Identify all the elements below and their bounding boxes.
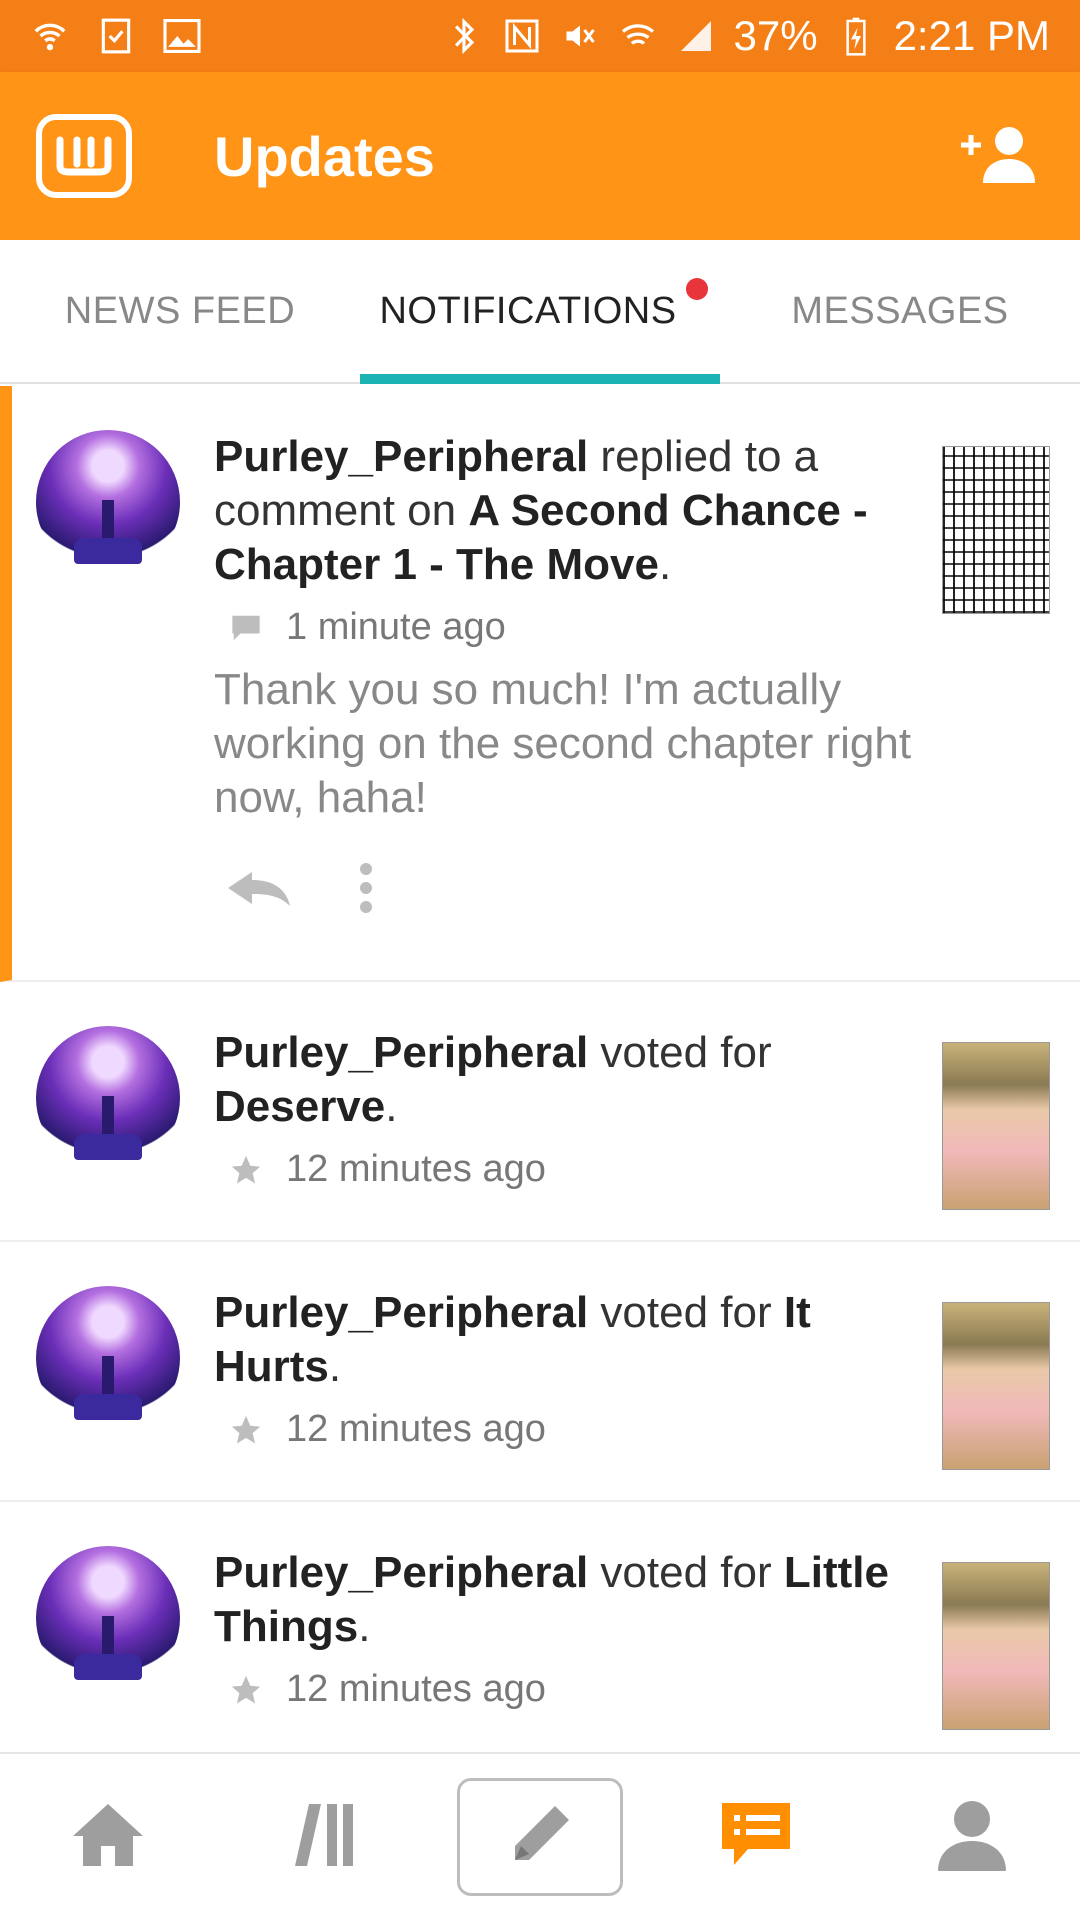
username-link[interactable]: Purley_Peripheral <box>214 1548 588 1597</box>
bluetooth-icon <box>444 16 484 56</box>
notification-item[interactable]: Purley_Peripheral voted for It Hurts. 12… <box>0 1242 1080 1502</box>
tab-messages[interactable]: MESSAGES <box>720 240 1080 382</box>
star-icon <box>228 1152 264 1188</box>
write-button[interactable] <box>457 1778 623 1896</box>
notification-actions <box>224 861 922 920</box>
timestamp: 12 minutes ago <box>286 1668 546 1710</box>
nav-library[interactable] <box>216 1754 432 1920</box>
tab-label: NOTIFICATIONS <box>379 289 677 332</box>
battery-percent: 37% <box>733 12 818 59</box>
story-cover[interactable] <box>942 446 1050 614</box>
tab-bar: NEWS FEED NOTIFICATIONS MESSAGES <box>0 240 1080 384</box>
avatar[interactable] <box>36 1026 180 1170</box>
reply-icon[interactable] <box>224 868 294 913</box>
tab-notifications[interactable]: NOTIFICATIONS <box>360 240 720 384</box>
notification-item[interactable]: Purley_Peripheral replied to a comment o… <box>0 386 1080 982</box>
battery-charging-icon <box>836 16 876 56</box>
status-bar: 37% 2:21 PM <box>0 0 1080 72</box>
unread-badge <box>686 278 708 300</box>
wifi-icon <box>618 16 658 56</box>
checklist-icon <box>96 16 136 56</box>
wattpad-logo[interactable] <box>36 114 132 198</box>
tab-label: NEWS FEED <box>64 289 296 332</box>
comment-message: Thank you so much! I'm actually working … <box>214 665 912 822</box>
nav-write[interactable] <box>432 1754 648 1920</box>
tab-label: MESSAGES <box>791 289 1009 332</box>
story-link[interactable]: Deserve <box>214 1082 385 1131</box>
star-icon <box>228 1672 264 1708</box>
notification-text: Purley_Peripheral replied to a comment o… <box>214 432 868 589</box>
comment-icon <box>228 610 264 646</box>
nav-profile[interactable] <box>864 1754 1080 1920</box>
story-cover[interactable] <box>942 1042 1050 1210</box>
username-link[interactable]: Purley_Peripheral <box>214 1028 588 1077</box>
add-user-icon <box>957 123 1041 190</box>
avatar[interactable] <box>36 430 180 574</box>
notification-meta: 1 minute ago <box>228 606 922 649</box>
updates-icon <box>718 1799 794 1876</box>
page-title: Updates <box>214 124 435 188</box>
notification-list: Purley_Peripheral replied to a comment o… <box>0 386 1080 1762</box>
nfc-icon <box>502 16 542 56</box>
notification-text: Purley_Peripheral voted for Little Thing… <box>214 1548 889 1651</box>
add-user-button[interactable] <box>954 111 1044 201</box>
image-icon <box>162 16 202 56</box>
home-icon <box>71 1802 145 1873</box>
bottom-nav <box>0 1752 1080 1920</box>
clock: 2:21 PM <box>893 12 1050 59</box>
username-link[interactable]: Purley_Peripheral <box>214 1288 588 1337</box>
avatar[interactable] <box>36 1286 180 1430</box>
tab-news-feed[interactable]: NEWS FEED <box>0 240 360 382</box>
story-cover[interactable] <box>942 1302 1050 1470</box>
notification-meta: 12 minutes ago <box>228 1668 922 1711</box>
notification-meta: 12 minutes ago <box>228 1408 922 1451</box>
write-icon <box>507 1802 573 1873</box>
notification-text: Purley_Peripheral voted for Deserve. <box>214 1028 772 1131</box>
nav-home[interactable] <box>0 1754 216 1920</box>
timestamp: 1 minute ago <box>286 606 506 648</box>
avatar[interactable] <box>36 1546 180 1690</box>
profile-icon <box>934 1797 1010 1878</box>
library-icon <box>291 1802 357 1873</box>
story-cover[interactable] <box>942 1562 1050 1730</box>
notification-item[interactable]: Purley_Peripheral voted for Little Thing… <box>0 1502 1080 1762</box>
timestamp: 12 minutes ago <box>286 1408 546 1450</box>
more-options-icon[interactable] <box>358 861 374 920</box>
app-bar: Updates <box>0 72 1080 240</box>
star-icon <box>228 1412 264 1448</box>
username-link[interactable]: Purley_Peripheral <box>214 432 588 481</box>
nav-updates[interactable] <box>648 1754 864 1920</box>
notification-text: Purley_Peripheral voted for It Hurts. <box>214 1288 811 1391</box>
wifi-call-icon <box>30 16 70 56</box>
notification-item[interactable]: Purley_Peripheral voted for Deserve. 12 … <box>0 982 1080 1242</box>
timestamp: 12 minutes ago <box>286 1148 546 1190</box>
mute-icon <box>560 16 600 56</box>
signal-icon <box>676 16 716 56</box>
notification-meta: 12 minutes ago <box>228 1148 922 1191</box>
